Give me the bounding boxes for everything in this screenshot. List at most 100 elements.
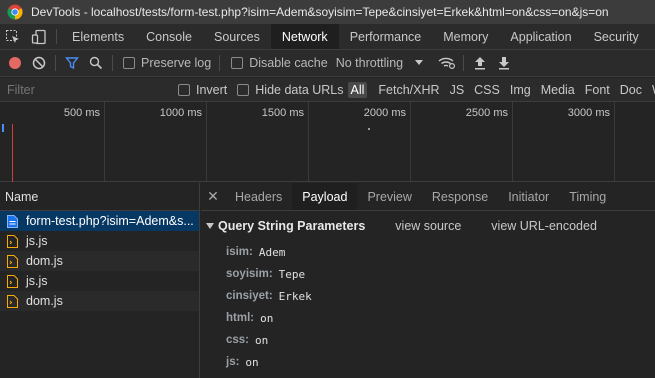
disable-cache-checkbox[interactable]: [231, 57, 244, 69]
param-key: html:: [226, 312, 255, 324]
tab-performance[interactable]: Performance: [339, 24, 433, 49]
hide-data-urls-toggle[interactable]: Hide data URLs: [237, 82, 344, 97]
tab-sources[interactable]: Sources: [203, 24, 271, 49]
query-string-section-header[interactable]: Query String Parameters view source view…: [201, 217, 655, 235]
timeline-gridline: [308, 102, 309, 181]
request-row[interactable]: js.js: [0, 271, 199, 291]
timeline-tick: 3000 ms: [567, 107, 610, 119]
filter-type-fetch-xhr[interactable]: Fetch/XHR: [375, 82, 442, 98]
param-row: html: on: [201, 307, 655, 329]
filter-type-ws[interactable]: WS: [649, 82, 655, 98]
invert-checkbox[interactable]: [178, 83, 190, 96]
filter-type-css[interactable]: CSS: [471, 82, 503, 98]
toolbar-separator: [55, 55, 56, 71]
view-source-link[interactable]: view source: [395, 219, 461, 233]
param-key: cinsiyet:: [226, 290, 273, 302]
tab-initiator[interactable]: Initiator: [498, 183, 559, 210]
timeline-tick: 1500 ms: [261, 107, 304, 119]
window-titlebar: DevTools - localhost/tests/form-test.php…: [0, 0, 655, 24]
tab-network[interactable]: Network: [270, 24, 339, 49]
filter-type-all[interactable]: All: [347, 81, 368, 98]
request-name: dom.js: [26, 254, 63, 268]
timeline-tick: 2000 ms: [363, 107, 406, 119]
upload-icon[interactable]: [468, 50, 492, 77]
clear-icon[interactable]: [27, 50, 51, 77]
param-value: on: [260, 311, 274, 325]
filter-type-img[interactable]: Img: [507, 82, 534, 98]
filter-type-media[interactable]: Media: [538, 82, 578, 98]
tab-memory[interactable]: Memory: [432, 24, 499, 49]
tab-application[interactable]: Application: [499, 24, 582, 49]
toolbar-separator: [219, 55, 221, 71]
view-url-encoded-link[interactable]: view URL-encoded: [491, 219, 597, 233]
chevron-down-icon: [415, 60, 424, 65]
script-file-icon: [7, 254, 18, 268]
filter-type-font[interactable]: Font: [582, 82, 613, 98]
filter-type-js[interactable]: JS: [447, 82, 468, 98]
section-title: Query String Parameters: [218, 219, 366, 233]
device-toolbar-icon[interactable]: [26, 24, 52, 49]
record-icon[interactable]: [3, 50, 27, 77]
inspect-element-icon[interactable]: [0, 24, 26, 49]
request-name: dom.js: [26, 294, 63, 308]
filter-type-doc[interactable]: Doc: [617, 82, 645, 98]
script-file-icon: [7, 234, 18, 248]
preserve-log-toggle[interactable]: Preserve log: [123, 56, 211, 70]
preserve-log-checkbox[interactable]: [123, 57, 135, 69]
tab-preview[interactable]: Preview: [357, 183, 421, 210]
param-value: on: [255, 333, 269, 347]
timeline-overview[interactable]: 500 ms 1000 ms 1500 ms 2000 ms 2500 ms 3…: [0, 102, 655, 182]
request-row[interactable]: form-test.php?isim=Adem&s...: [0, 211, 199, 231]
requests-pane: Name form-test.php?isim=Adem&s... js.js …: [0, 183, 200, 378]
timeline-gridline: [104, 102, 105, 181]
timeline-tick: 500 ms: [63, 107, 100, 119]
wifi-settings-icon[interactable]: [435, 50, 459, 77]
filter-icon[interactable]: [60, 50, 84, 77]
request-row[interactable]: dom.js: [0, 291, 199, 311]
throttling-select[interactable]: No throttling: [335, 56, 424, 70]
tab-elements[interactable]: Elements: [61, 24, 135, 49]
request-name: js.js: [26, 274, 48, 288]
devtools-tabbar: Elements Console Sources Network Perform…: [0, 24, 655, 50]
toolbar-separator: [112, 55, 113, 71]
param-row: soyisim: Tepe: [201, 263, 655, 285]
download-icon[interactable]: [492, 50, 516, 77]
filter-input[interactable]: [3, 79, 168, 100]
preserve-log-label: Preserve log: [141, 56, 212, 70]
tab-headers[interactable]: Headers: [225, 183, 292, 210]
param-row: js: on: [201, 351, 655, 373]
param-row: css: on: [201, 329, 655, 351]
timeline-gridline: [206, 102, 207, 181]
hide-data-urls-label: Hide data URLs: [255, 82, 344, 97]
tab-payload[interactable]: Payload: [292, 183, 358, 210]
request-row[interactable]: dom.js: [0, 251, 199, 271]
invert-toggle[interactable]: Invert: [178, 83, 227, 97]
tab-timing[interactable]: Timing: [559, 183, 616, 210]
request-row[interactable]: js.js: [0, 231, 199, 251]
document-icon: [7, 214, 18, 228]
param-row: isim: Adem: [201, 241, 655, 263]
load-marker: [12, 124, 13, 182]
timeline-tick: 1000 ms: [159, 107, 202, 119]
window-title: DevTools - localhost/tests/form-test.php…: [31, 5, 609, 19]
param-key: css:: [226, 334, 250, 346]
timeline-request-blip: [368, 128, 370, 130]
throttling-value: No throttling: [335, 56, 404, 70]
disable-cache-toggle[interactable]: Disable cache: [231, 56, 328, 70]
timeline-gridline: [512, 102, 513, 181]
tab-security[interactable]: Security: [583, 24, 650, 49]
search-icon[interactable]: [84, 50, 108, 77]
tab-response[interactable]: Response: [422, 183, 498, 210]
details-tabbar: ✕ Headers Payload Preview Response Initi…: [201, 183, 655, 211]
name-column-header[interactable]: Name: [0, 183, 199, 211]
request-name: js.js: [26, 234, 48, 248]
disable-cache-label: Disable cache: [249, 56, 328, 70]
tab-console[interactable]: Console: [135, 24, 203, 49]
hide-data-urls-checkbox[interactable]: [237, 83, 250, 96]
param-key: js:: [226, 356, 240, 368]
close-icon[interactable]: ✕: [201, 183, 225, 210]
timeline-gridline: [614, 102, 615, 181]
toolbar-separator: [463, 55, 465, 71]
param-row: cinsiyet: Erkek: [201, 285, 655, 307]
triangle-expanded-icon: [206, 223, 214, 229]
